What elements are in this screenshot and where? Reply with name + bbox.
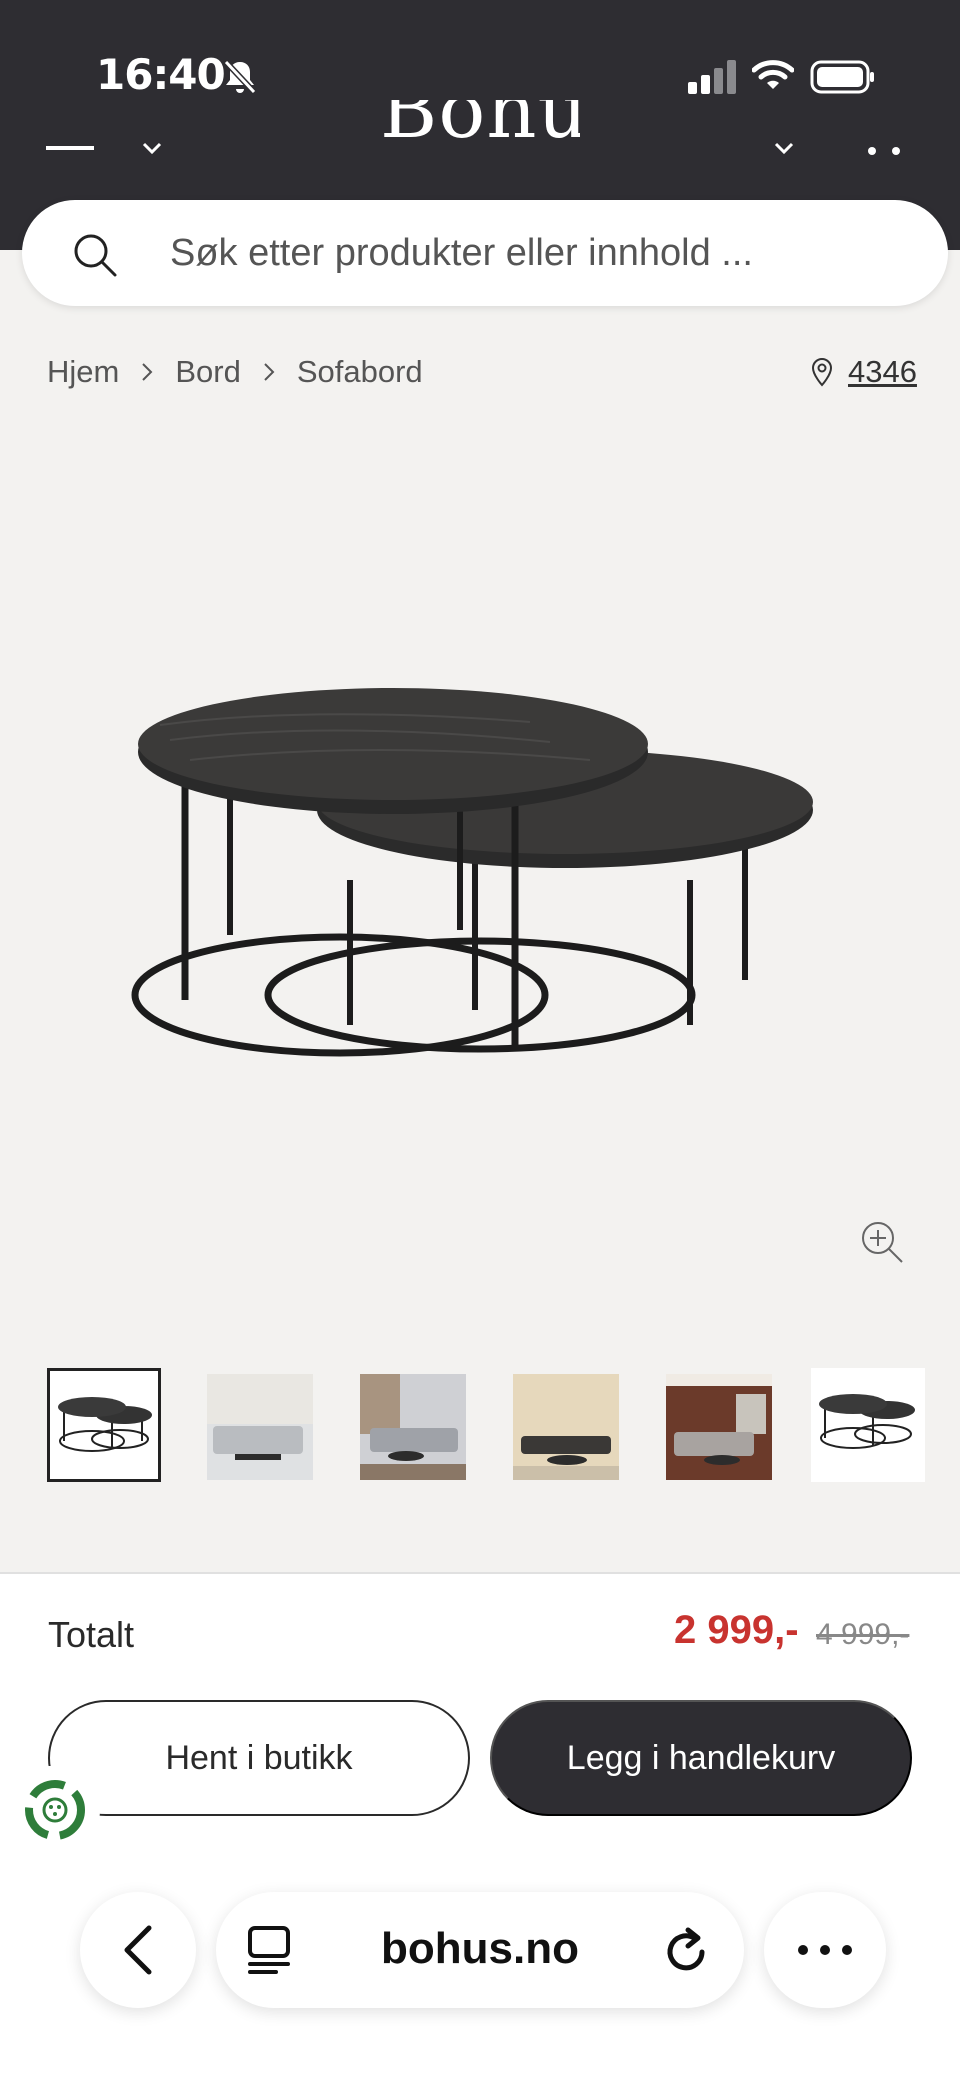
thumbnail-1[interactable] bbox=[47, 1368, 161, 1482]
chevron-down-icon[interactable] bbox=[142, 142, 162, 156]
status-time: 16:40 bbox=[96, 50, 226, 99]
wifi-icon bbox=[752, 60, 794, 89]
breadcrumb-bord[interactable]: Bord bbox=[175, 354, 240, 390]
thumbnail-4[interactable] bbox=[505, 1368, 619, 1482]
location-pin-icon bbox=[811, 357, 833, 387]
reload-icon[interactable] bbox=[662, 1924, 710, 1976]
current-price: 2 999,- bbox=[674, 1608, 799, 1652]
chevron-right-icon bbox=[263, 362, 275, 382]
signal-icon bbox=[688, 60, 736, 94]
battery-icon bbox=[810, 60, 874, 94]
thumbnail-5[interactable] bbox=[658, 1368, 772, 1482]
logo-text: Bohus bbox=[380, 100, 580, 156]
back-icon bbox=[124, 1925, 152, 1975]
store-selector[interactable]: 4346 bbox=[810, 354, 917, 390]
search-input[interactable] bbox=[170, 222, 910, 284]
browser-back-button[interactable] bbox=[80, 1892, 196, 2008]
zoom-in-icon[interactable] bbox=[860, 1220, 904, 1264]
browser-address-bar[interactable]: bohus.no bbox=[216, 1892, 744, 2008]
old-price: 4 999,- bbox=[816, 1618, 910, 1651]
pickup-in-store-button[interactable]: Hent i butikk bbox=[48, 1700, 470, 1816]
more-icon bbox=[798, 1945, 852, 1955]
thumbnail-6[interactable] bbox=[811, 1368, 925, 1482]
search-bar[interactable] bbox=[22, 200, 948, 306]
breadcrumb-home[interactable]: Hjem bbox=[47, 354, 119, 390]
breadcrumb-sofabord[interactable]: Sofabord bbox=[297, 354, 423, 390]
bohus-logo[interactable]: Bohus bbox=[380, 100, 580, 162]
browser-more-button[interactable] bbox=[764, 1892, 886, 2008]
recycle-icon bbox=[25, 1780, 85, 1840]
bell-slash-icon bbox=[223, 59, 257, 95]
more-icon[interactable] bbox=[866, 146, 902, 156]
breadcrumb: Hjem Bord Sofabord bbox=[47, 354, 423, 390]
menu-icon[interactable] bbox=[46, 146, 94, 152]
thumbnail-2[interactable] bbox=[199, 1368, 313, 1482]
chevron-right-icon bbox=[141, 362, 153, 382]
search-icon bbox=[74, 234, 117, 277]
chevron-down-icon[interactable] bbox=[774, 142, 794, 156]
product-image[interactable] bbox=[130, 680, 830, 1080]
store-code[interactable]: 4346 bbox=[848, 354, 917, 390]
add-to-cart-button[interactable]: Legg i handlekurv bbox=[490, 1700, 912, 1816]
thumbnail-strip bbox=[47, 1368, 927, 1484]
total-label: Totalt bbox=[48, 1614, 135, 1655]
thumbnail-3[interactable] bbox=[352, 1368, 466, 1482]
eco-badge[interactable] bbox=[12, 1766, 100, 1854]
